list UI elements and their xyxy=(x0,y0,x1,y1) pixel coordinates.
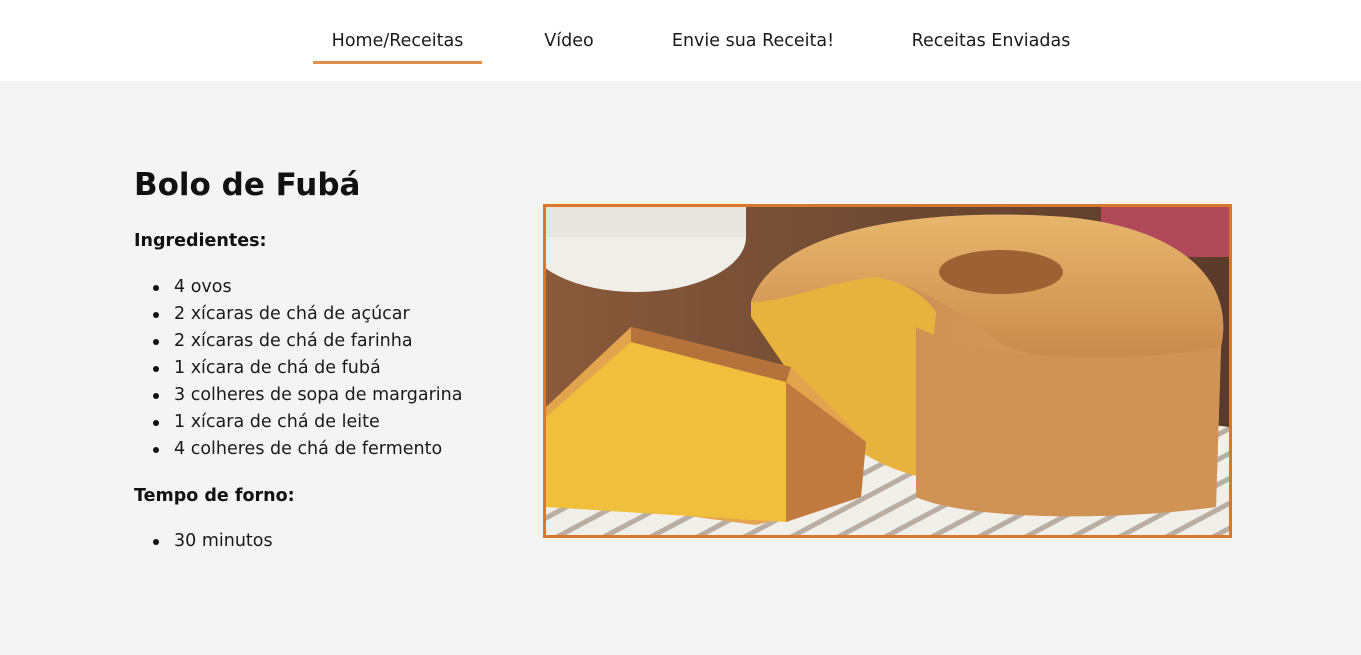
cornmeal-cake-photo xyxy=(543,204,1232,538)
ingredient-item: 4 ovos xyxy=(134,274,462,301)
ingredient-item: 2 xícaras de chá de farinha xyxy=(134,328,462,355)
cake-illustration xyxy=(546,207,1229,535)
ingredient-item: 4 colheres de chá de fermento xyxy=(134,436,462,463)
nav-video[interactable]: Vídeo xyxy=(528,29,610,61)
nav-sent-recipes[interactable]: Receitas Enviadas xyxy=(896,29,1086,61)
nav-home-recipes[interactable]: Home/Receitas xyxy=(313,29,482,64)
ingredient-item: 3 colheres de sopa de margarina xyxy=(134,382,462,409)
ingredients-heading: Ingredientes: xyxy=(134,231,267,251)
ingredient-item: 2 xícaras de chá de açúcar xyxy=(134,301,462,328)
bake-time-item: 30 minutos xyxy=(134,528,273,555)
bake-time-list: 30 minutos xyxy=(134,528,273,555)
ingredient-item: 1 xícara de chá de leite xyxy=(134,409,462,436)
recipe-title: Bolo de Fubá xyxy=(134,167,361,203)
nav-send-recipe[interactable]: Envie sua Receita! xyxy=(658,29,848,61)
ingredients-list: 4 ovos 2 xícaras de chá de açúcar 2 xíca… xyxy=(134,274,462,463)
ingredient-item: 1 xícara de chá de fubá xyxy=(134,355,462,382)
top-navigation: Home/Receitas Vídeo Envie sua Receita! R… xyxy=(0,0,1361,81)
bake-time-heading: Tempo de forno: xyxy=(134,486,295,506)
